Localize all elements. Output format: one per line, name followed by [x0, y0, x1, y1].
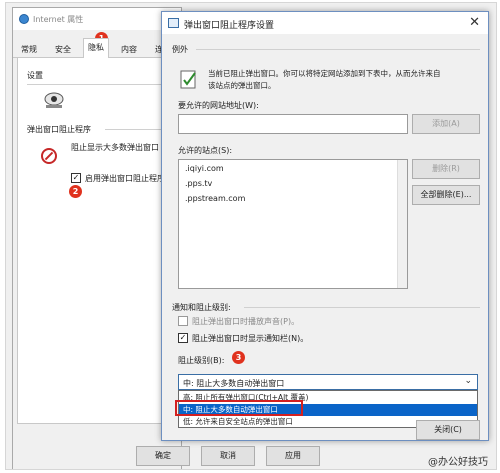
exceptions-divider	[196, 49, 480, 50]
tab-general[interactable]: 常规	[17, 41, 41, 58]
remove-all-sites-button[interactable]: 全部删除(E)...	[412, 185, 480, 205]
notify-divider	[244, 307, 480, 308]
step-badge-2: 2	[69, 185, 82, 198]
play-sound-checkbox[interactable]	[178, 316, 188, 326]
exceptions-icon	[180, 70, 196, 89]
play-sound-label: 阻止弹出窗口时播放声音(P)。	[192, 317, 300, 326]
dialog-window-icon	[168, 18, 179, 28]
ok-button[interactable]: 确定	[136, 446, 190, 466]
privacy-eye-icon	[44, 92, 64, 108]
internet-options-title: Internet 属性	[33, 15, 84, 24]
exceptions-label: 例外	[172, 45, 188, 54]
add-site-button[interactable]: 添加(A)	[412, 114, 480, 134]
screenshot-frame: Internet 属性 1 常规 安全 隐私 内容 连 设置 弹出窗口阻止程序 …	[5, 2, 497, 470]
highlight-box	[175, 400, 303, 416]
block-level-selected-value: 中: 阻止大多数自动弹出窗口	[183, 379, 285, 388]
notify-block-level-label: 通知和阻止级别:	[172, 303, 231, 312]
tab-content[interactable]: 内容	[117, 41, 141, 58]
popup-blocker-section-label: 弹出窗口阻止程序	[27, 125, 91, 134]
block-popups-description: 阻止显示大多数弹出窗口	[71, 143, 159, 152]
settings-divider	[27, 84, 173, 85]
list-item[interactable]: .pps.tv	[185, 179, 212, 188]
list-item[interactable]: .iqiyi.com	[185, 164, 224, 173]
allowed-sites-list[interactable]: .iqiyi.com .pps.tv .ppstream.com	[178, 159, 408, 289]
settings-label: 设置	[27, 71, 43, 80]
internet-options-tabs: 常规 安全 隐私 内容 连	[13, 38, 181, 59]
address-field-label: 要允许的网站地址(W):	[178, 101, 259, 110]
tab-security[interactable]: 安全	[51, 41, 75, 58]
popup-blocker-settings-dialog: 弹出窗口阻止程序设置 ✕ 例外 当前已阻止弹出窗口。你可以将特定网站添加到下表中…	[161, 11, 489, 441]
exceptions-description-line2: 该站点的弹出窗口。	[208, 81, 276, 90]
remove-site-button[interactable]: 删除(R)	[412, 159, 480, 179]
watermark: @办公好技巧	[428, 457, 488, 468]
internet-options-titlebar: Internet 属性	[13, 8, 181, 30]
chevron-down-icon[interactable]: ⌄	[464, 376, 472, 386]
internet-explorer-icon	[19, 14, 29, 24]
close-icon[interactable]: ✕	[469, 15, 480, 30]
sites-list-scrollbar[interactable]	[397, 160, 407, 288]
step-badge-3: 3	[232, 351, 245, 364]
exceptions-description-line1: 当前已阻止弹出窗口。你可以将特定网站添加到下表中，从而允许来自	[208, 69, 441, 78]
enable-popup-blocker-checkbox[interactable]: ✓	[71, 173, 81, 183]
privacy-tab-panel	[17, 58, 177, 424]
block-level-label: 阻止级别(B):	[178, 356, 225, 365]
internet-options-window: Internet 属性 1 常规 安全 隐私 内容 连 设置 弹出窗口阻止程序 …	[12, 7, 182, 469]
dialog-title: 弹出窗口阻止程序设置	[184, 21, 275, 31]
close-dialog-button[interactable]: 关闭(C)	[416, 420, 480, 440]
cancel-button[interactable]: 取消	[201, 446, 255, 466]
show-notification-bar-label: 阻止弹出窗口时显示通知栏(N)。	[192, 334, 309, 343]
popup-blocked-icon	[41, 148, 57, 164]
list-item[interactable]: .ppstream.com	[185, 194, 245, 203]
enable-popup-blocker-label: 启用弹出窗口阻止程序	[85, 174, 165, 183]
website-address-input[interactable]	[178, 114, 408, 134]
apply-button[interactable]: 应用	[266, 446, 320, 466]
show-notification-bar-checkbox[interactable]: ✓	[178, 333, 188, 343]
dialog-titlebar: 弹出窗口阻止程序设置 ✕	[162, 12, 488, 34]
tab-privacy[interactable]: 隐私	[83, 38, 109, 59]
block-level-select[interactable]: 中: 阻止大多数自动弹出窗口 ⌄	[178, 374, 478, 390]
allowed-sites-label: 允许的站点(S):	[178, 146, 233, 155]
